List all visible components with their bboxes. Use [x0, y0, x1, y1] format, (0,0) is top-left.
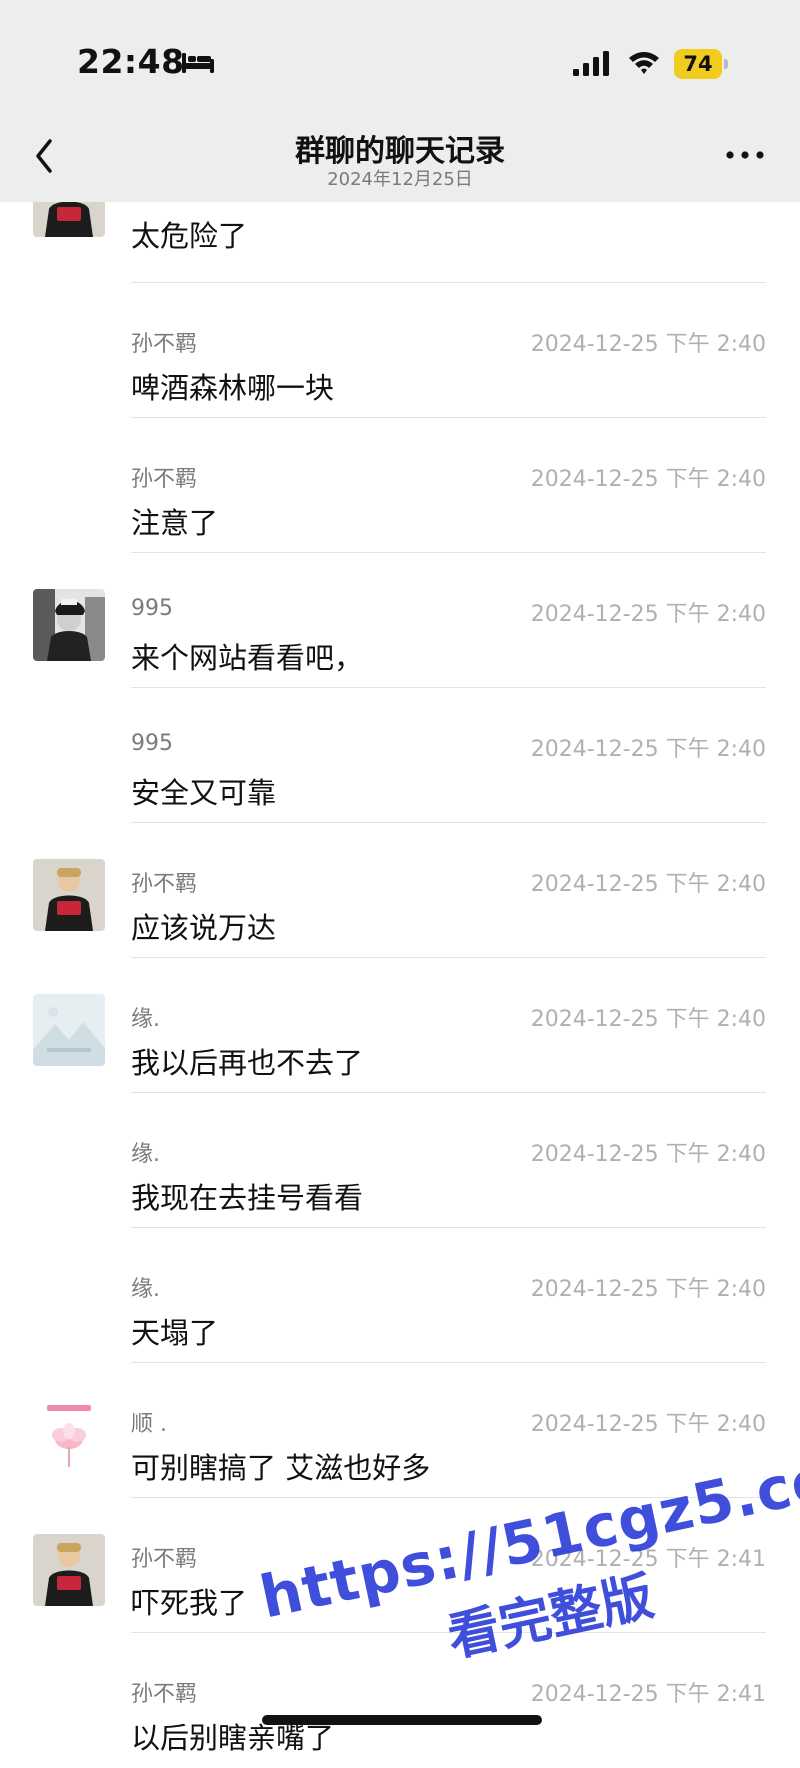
avatar-person-reading-icon	[33, 1534, 105, 1606]
list-item[interactable]: 缘. 2024-12-25 下午 2:40 我现在去挂号看看	[0, 1093, 800, 1228]
sender-name: 孙不羁	[131, 872, 198, 897]
message-timestamp: 2024-12-25 下午 2:40	[530, 1007, 766, 1032]
battery-tip	[724, 59, 728, 69]
sender-name: 缘.	[131, 1277, 160, 1302]
list-item[interactable]: 孙不羁 2024-12-25 下午 2:40 注意了	[0, 418, 800, 553]
list-item[interactable]: 顺 . 2024-12-25 下午 2:40 可别瞎搞了 艾滋也好多	[0, 1363, 800, 1498]
list-item[interactable]: 孙不羁 2024-12-25 下午 2:40 啤酒森林哪一块	[0, 283, 800, 418]
message-timestamp: 2024-12-25 下午 2:41	[530, 1547, 766, 1572]
sender-name: 孙不羁	[131, 332, 198, 357]
message-text: 来个网站看看吧，	[131, 641, 364, 675]
list-item[interactable]: 缘. 2024-12-25 下午 2:40 我以后再也不去了	[0, 958, 800, 1093]
message-timestamp: 2024-12-25 下午 2:40	[530, 1277, 766, 1302]
message-text: 注意了	[131, 506, 219, 540]
sender-name: 孙不羁	[131, 1682, 198, 1707]
sender-name: 孙不羁	[131, 1547, 198, 1572]
message-text: 应该说万达	[131, 911, 277, 945]
message-timestamp: 2024-12-25 下午 2:40	[530, 332, 766, 357]
message-timestamp: 2024-12-25 下午 2:40	[530, 872, 766, 897]
sender-name: 995	[131, 596, 173, 621]
avatar[interactable]	[33, 1534, 105, 1606]
message-text: 我现在去挂号看看	[131, 1181, 364, 1215]
message-timestamp: 2024-12-25 下午 2:40	[530, 1142, 766, 1167]
message-text: 安全又可靠	[131, 776, 277, 810]
wifi-icon	[629, 52, 659, 74]
page-title: 群聊的聊天记录	[295, 134, 505, 169]
avatar-person-reading-icon	[33, 859, 105, 931]
top-bar: 22:48 74 群聊的聊天记录 2024年12月25日	[0, 0, 800, 202]
list-item[interactable]: 孙不羁 2024-12-25 下午 2:41 吓死我了	[0, 1498, 800, 1633]
avatar-landscape-icon	[33, 994, 105, 1066]
message-timestamp: 2024-12-25 下午 2:41	[530, 1682, 766, 1707]
sender-name: 孙不羁	[131, 467, 198, 492]
list-item[interactable]: 孙不羁 2024-12-25 下午 2:41 以后别瞎亲嘴了	[0, 1633, 800, 1768]
avatar[interactable]	[33, 859, 105, 931]
message-text: 太危险了	[131, 219, 248, 253]
cellular-signal-icon	[573, 51, 609, 76]
avatar-flower-icon	[33, 1399, 105, 1471]
message-text: 我以后再也不去了	[131, 1046, 364, 1080]
message-text: 可别瞎搞了 艾滋也好多	[131, 1451, 431, 1485]
sender-name: 缘.	[131, 1007, 160, 1032]
sender-name: 995	[131, 731, 173, 756]
message-text: 天塌了	[131, 1316, 219, 1350]
list-item[interactable]: 孙不羁 2024-12-25 下午 2:40 应该说万达	[0, 823, 800, 958]
message-timestamp: 2024-12-25 下午 2:40	[530, 602, 766, 627]
list-item[interactable]: 995 2024-12-25 下午 2:40 安全又可靠	[0, 688, 800, 823]
sender-name: 缘.	[131, 1142, 160, 1167]
page-subtitle-date: 2024年12月25日	[327, 169, 473, 190]
avatar[interactable]	[33, 589, 105, 661]
message-timestamp: 2024-12-25 下午 2:40	[530, 1412, 766, 1437]
avatar[interactable]	[33, 994, 105, 1066]
battery-indicator: 74	[674, 49, 728, 79]
message-text: 吓死我了	[131, 1586, 248, 1620]
chat-history-list[interactable]: 太危险了 孙不羁 2024-12-25 下午 2:40 啤酒森林哪一块 孙不羁 …	[0, 135, 800, 1768]
message-text: 啤酒森林哪一块	[131, 371, 335, 405]
list-item[interactable]: 缘. 2024-12-25 下午 2:40 天塌了	[0, 1228, 800, 1363]
avatar-bw-person-icon	[33, 589, 105, 661]
more-options-icon[interactable]	[722, 140, 768, 170]
avatar[interactable]	[33, 1399, 105, 1471]
back-button[interactable]	[28, 133, 62, 179]
sender-name: 顺 .	[131, 1412, 167, 1437]
message-timestamp: 2024-12-25 下午 2:40	[530, 737, 766, 762]
sleep-focus-icon	[182, 53, 214, 73]
home-indicator[interactable]	[262, 1715, 542, 1725]
battery-level: 74	[674, 49, 722, 79]
list-item[interactable]: 995 2024-12-25 下午 2:40 来个网站看看吧，	[0, 553, 800, 688]
message-timestamp: 2024-12-25 下午 2:40	[530, 467, 766, 492]
status-time: 22:48	[77, 42, 185, 81]
